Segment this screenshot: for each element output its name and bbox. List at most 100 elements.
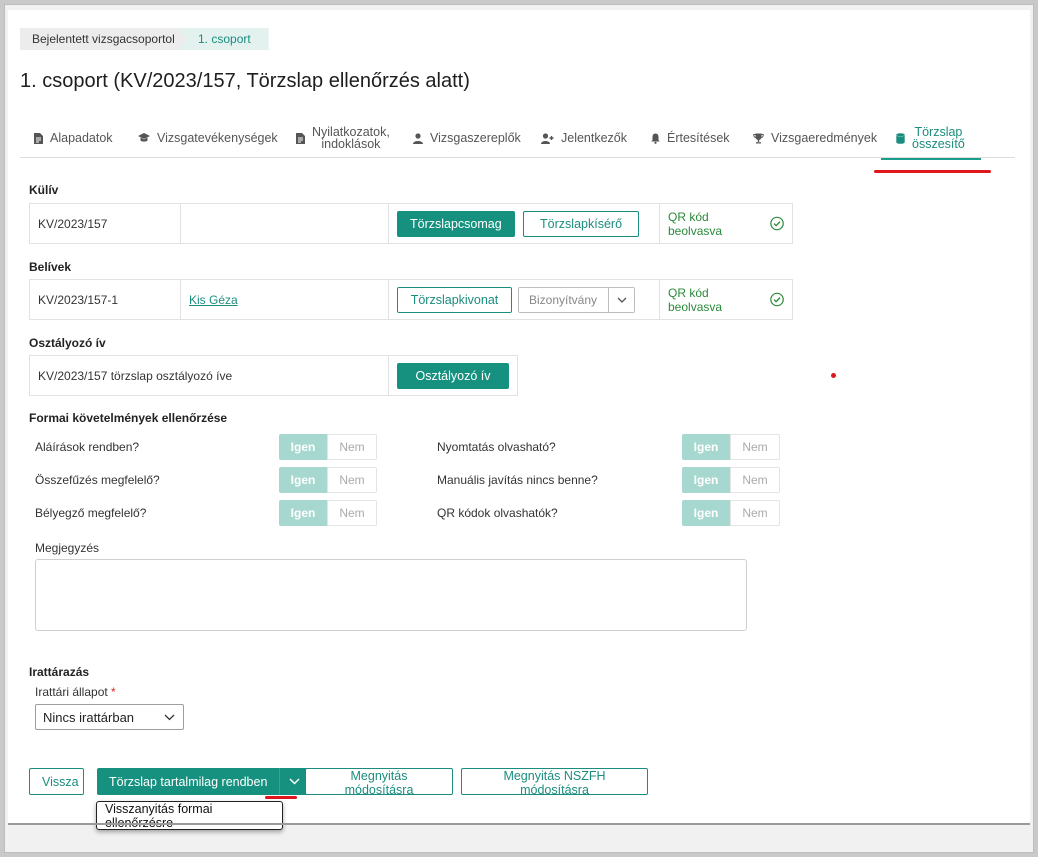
tab-nyilatkozatok[interactable]: Nyilatkozatok, indoklások (296, 118, 390, 158)
yes-option[interactable]: Igen (279, 467, 327, 493)
tab-label: Vizsgatevékenységek (157, 131, 278, 145)
required-mark: * (111, 685, 116, 699)
open-modify-button[interactable]: Megnyitás módosításra (305, 768, 453, 797)
certificate-label[interactable]: Bizonyítvány (519, 287, 609, 312)
osztalyozo-table: KV/2023/157 törzslap osztályozó íve Oszt… (29, 355, 518, 396)
no-option[interactable]: Nem (327, 434, 377, 460)
beliv-code: KV/2023/157-1 (29, 279, 181, 320)
no-option[interactable]: Nem (327, 500, 377, 526)
person-link[interactable]: Kis Géza (189, 293, 238, 307)
tab-vizsgaeredmenyek[interactable]: Vizsgaeredmények (753, 118, 877, 158)
trophy-icon (753, 133, 764, 143)
main-page: Bejelentett vizsgacsoportok 1. csoport 1… (8, 10, 1030, 830)
torzslapkisero-button[interactable]: Törzslapkísérő (523, 210, 640, 237)
note-label: Megjegyzés (35, 541, 100, 555)
tab-label: Jelentkezők (561, 131, 628, 145)
stamp-toggle[interactable]: Igen Nem (279, 500, 377, 526)
page-title: 1. csoport (KV/2023/157, Törzslap ellenő… (20, 70, 470, 92)
table-row: KV/2023/157 törzslap osztályozó íve Oszt… (29, 355, 518, 396)
tab-jelentkezok[interactable]: Jelentkezők (541, 118, 627, 158)
bell-icon (651, 133, 660, 144)
print-readable-toggle[interactable]: Igen Nem (682, 434, 780, 460)
no-option[interactable]: Nem (327, 467, 377, 493)
tab-bar: Alapadatok Vizsgatevékenységek Nyilatkoz… (20, 118, 1015, 158)
binding-toggle[interactable]: Igen Nem (279, 467, 377, 493)
back-button[interactable]: Vissza (29, 768, 84, 795)
beliv-person-cell: Kis Géza (180, 279, 389, 320)
active-tab-indicator (881, 158, 981, 160)
annotation-dot (831, 373, 836, 378)
document-icon (296, 132, 305, 144)
qr-status: QR kód beolvasva (668, 210, 784, 238)
tab-label: Vizsgaszereplők (430, 131, 521, 145)
belivek-table: KV/2023/157-1 Kis Géza Törzslapkivonat B… (29, 279, 793, 320)
no-option[interactable]: Nem (730, 500, 780, 526)
kuliv-actions-cell: Törzslapcsomag Törzslapkísérő (388, 203, 660, 244)
signatures-toggle[interactable]: Igen Nem (279, 434, 377, 460)
archive-state-value: Nincs irattárban (43, 709, 135, 725)
osztalyozo-actions-cell: Osztályozó ív (388, 355, 518, 396)
chevron-down-icon (164, 714, 175, 720)
archive-state-label: Irattári állapot * (35, 685, 116, 699)
table-row: KV/2023/157-1 Kis Géza Törzslapkivonat B… (29, 279, 793, 320)
yes-option[interactable]: Igen (682, 467, 730, 493)
qr-status-text: QR kód beolvasva (668, 285, 723, 314)
open-nszfh-modify-button[interactable]: Megnyitás NSZFH módosításra (461, 768, 648, 797)
annotation-underline (874, 170, 991, 173)
tab-label-line2: indoklások (321, 137, 381, 151)
torzslapkivonat-button[interactable]: Törzslapkivonat (397, 286, 512, 313)
tab-label-line2: összesítő (912, 137, 965, 151)
question-stamp: Bélyegző megfelelő? (35, 506, 147, 520)
breadcrumb-item-current: 1. csoport (178, 28, 269, 50)
tab-label: Alapadatok (50, 131, 113, 145)
person-icon (413, 132, 423, 144)
tab-label: Nyilatkozatok, indoklások (312, 126, 390, 151)
certificate-split-select[interactable]: Bizonyítvány (518, 286, 635, 313)
dropdown-menu-item-reopen[interactable]: Visszanyitás formai ellenőrzésre (96, 801, 283, 830)
check-circle-icon (770, 292, 784, 307)
tab-ertesitesek[interactable]: Értesítések (651, 118, 730, 158)
qr-readable-toggle[interactable]: Igen Nem (682, 500, 780, 526)
osztalyozo-text: KV/2023/157 törzslap osztályozó íve (29, 355, 389, 396)
document-icon (34, 132, 43, 144)
yes-option[interactable]: Igen (682, 434, 730, 460)
tab-label: Értesítések (667, 131, 730, 145)
beliv-qr-cell: QR kód beolvasva (659, 279, 793, 320)
question-qr-readable: QR kódok olvashatók? (437, 506, 558, 520)
graduation-cap-icon (138, 133, 150, 142)
kuliv-table: KV/2023/157 Törzslapcsomag Törzslapkísér… (29, 203, 793, 244)
formal-heading: Formai követelmények ellenőrzése (29, 411, 228, 425)
yes-option[interactable]: Igen (279, 500, 327, 526)
tab-alapadatok[interactable]: Alapadatok (34, 118, 113, 158)
archive-state-label-text: Irattári állapot (35, 685, 108, 699)
page-bottom-border (8, 823, 1030, 825)
tab-label: Vizsgaeredmények (771, 131, 878, 145)
torzslapcsomag-button[interactable]: Törzslapcsomag (397, 210, 515, 237)
kuliv-code: KV/2023/157 (29, 203, 181, 244)
content-ok-split-button[interactable]: Törzslap tartalmilag rendben (97, 768, 310, 795)
question-manual-fix: Manuális javítás nincs benne? (437, 473, 598, 487)
osztalyozo-iv-button[interactable]: Osztályozó ív (397, 362, 509, 389)
archive-heading: Irattárazás (29, 665, 90, 679)
yes-option[interactable]: Igen (682, 500, 730, 526)
chevron-down-icon[interactable] (609, 288, 634, 312)
no-option[interactable]: Nem (730, 467, 780, 493)
yes-option[interactable]: Igen (279, 434, 327, 460)
content-ok-button[interactable]: Törzslap tartalmilag rendben (97, 768, 280, 795)
archive-state-select[interactable]: Nincs irattárban (35, 704, 184, 730)
kuliv-empty-cell (180, 203, 389, 244)
no-option[interactable]: Nem (730, 434, 780, 460)
tab-torzslap-osszesito[interactable]: Törzslap összesítő (896, 118, 965, 158)
qr-status: QR kód beolvasva (668, 286, 784, 314)
manual-fix-toggle[interactable]: Igen Nem (682, 467, 780, 493)
user-plus-icon (541, 132, 554, 144)
breadcrumb-item-groups[interactable]: Bejelentett vizsgacsoportok (20, 28, 195, 50)
beliv-actions-cell: Törzslapkivonat Bizonyítvány (388, 279, 660, 320)
tab-vizsgaszereplok[interactable]: Vizsgaszereplők (413, 118, 521, 158)
tab-vizsgatevekenysegek[interactable]: Vizsgatevékenységek (138, 118, 278, 158)
qr-status-text: QR kód beolvasva (668, 209, 723, 238)
question-signatures: Aláírások rendben? (35, 440, 140, 454)
note-textarea[interactable] (35, 559, 747, 631)
check-circle-icon (770, 216, 784, 231)
kuliv-qr-cell: QR kód beolvasva (659, 203, 793, 244)
